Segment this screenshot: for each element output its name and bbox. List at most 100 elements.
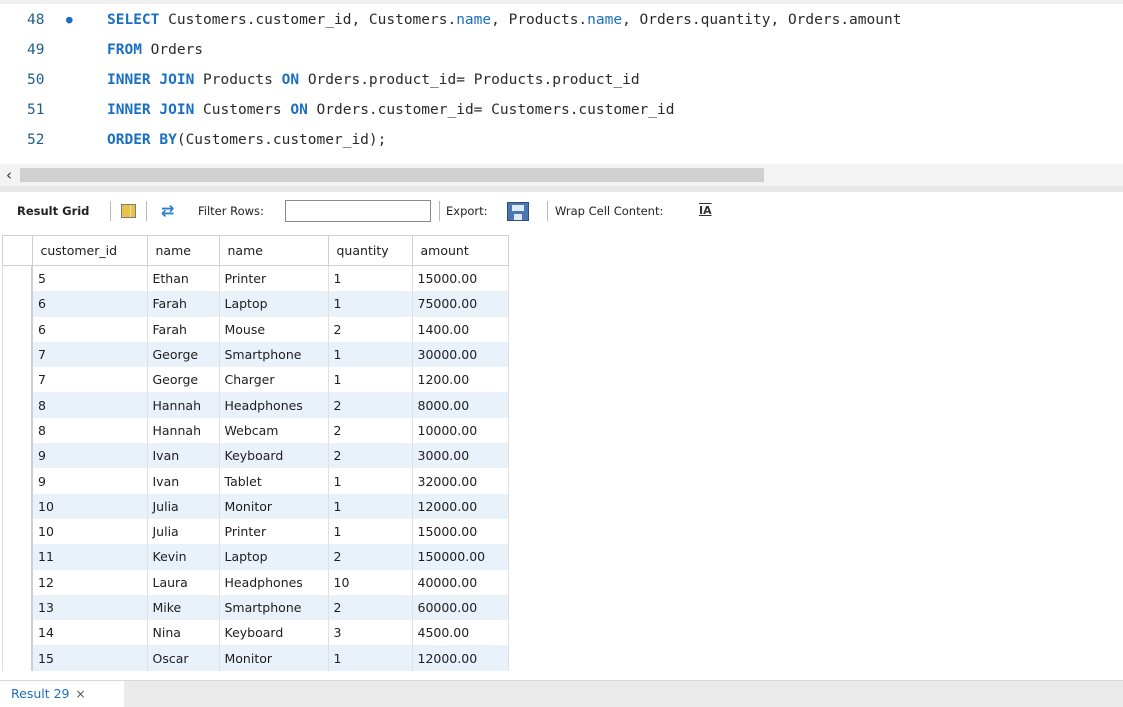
customer-name-cell[interactable]: George (146, 341, 220, 368)
amount-cell[interactable]: 3000.00 (411, 443, 509, 469)
customer-id-cell[interactable]: 9 (31, 468, 148, 494)
table-row[interactable]: 11 Kevin Laptop 2 150000.00 (2, 544, 509, 570)
code-text[interactable]: FROM Orders (107, 37, 203, 63)
amount-cell[interactable]: 150000.00 (411, 544, 509, 570)
customer-id-cell[interactable]: 6 (31, 316, 148, 342)
customer-name-cell[interactable]: Farah (146, 291, 220, 317)
customer-name-cell[interactable]: Laura (146, 569, 220, 595)
quantity-cell[interactable]: 1 (327, 518, 413, 545)
customer-name-cell[interactable]: Hannah (146, 392, 220, 418)
product-name-cell[interactable]: Monitor (218, 645, 329, 671)
close-icon[interactable]: × (76, 687, 86, 701)
quantity-cell[interactable]: 1 (327, 265, 413, 292)
row-header[interactable] (2, 443, 33, 469)
table-row[interactable]: 8 Hannah Webcam 2 10000.00 (2, 417, 509, 444)
customer-name-cell[interactable]: Ethan (146, 265, 220, 292)
amount-cell[interactable]: 8000.00 (411, 392, 509, 418)
amount-cell[interactable]: 12000.00 (411, 493, 509, 519)
sql-editor[interactable]: 48 ● SELECT Customers.customer_id, Custome… (0, 0, 1123, 164)
amount-cell[interactable]: 40000.00 (411, 569, 509, 595)
quantity-cell[interactable]: 2 (327, 417, 413, 444)
customer-id-cell[interactable]: 7 (31, 367, 148, 393)
row-header[interactable] (2, 316, 33, 342)
product-name-cell[interactable]: Keyboard (218, 443, 329, 469)
scrollbar-thumb[interactable] (20, 168, 764, 182)
quantity-cell[interactable]: 2 (327, 443, 413, 469)
row-header[interactable] (2, 645, 33, 671)
column-header-customer-id[interactable]: customer_id (31, 235, 148, 266)
product-name-cell[interactable]: Smartphone (218, 341, 329, 368)
refresh-icon[interactable]: ⇄ (161, 192, 174, 230)
quantity-cell[interactable]: 2 (327, 594, 413, 621)
table-row[interactable]: 7 George Smartphone 1 30000.00 (2, 341, 509, 368)
product-name-cell[interactable]: Tablet (218, 468, 329, 494)
table-row[interactable]: 14 Nina Keyboard 3 4500.00 (2, 620, 509, 646)
customer-id-cell[interactable]: 10 (31, 493, 148, 519)
scroll-left-arrow-icon[interactable]: ‹ (6, 164, 12, 186)
product-name-cell[interactable]: Webcam (218, 417, 329, 444)
amount-cell[interactable]: 30000.00 (411, 341, 509, 368)
amount-cell[interactable]: 15000.00 (411, 265, 509, 292)
amount-cell[interactable]: 15000.00 (411, 518, 509, 545)
table-row[interactable]: 12 Laura Headphones 10 40000.00 (2, 569, 509, 595)
product-name-cell[interactable]: Headphones (218, 569, 329, 595)
export-save-icon[interactable] (507, 202, 529, 221)
quantity-cell[interactable]: 2 (327, 392, 413, 418)
customer-name-cell[interactable]: George (146, 367, 220, 393)
code-line[interactable]: 49 FROM Orders (0, 37, 1123, 63)
amount-cell[interactable]: 75000.00 (411, 291, 509, 317)
code-line[interactable]: 48 ● SELECT Customers.customer_id, Custome… (0, 7, 1123, 33)
product-name-cell[interactable]: Laptop (218, 291, 329, 317)
amount-cell[interactable]: 1200.00 (411, 367, 509, 393)
product-name-cell[interactable]: Headphones (218, 392, 329, 418)
code-line[interactable]: 50 INNER JOIN Products ON Orders.product_… (0, 67, 1123, 93)
amount-cell[interactable]: 60000.00 (411, 594, 509, 621)
product-name-cell[interactable]: Smartphone (218, 594, 329, 621)
quantity-cell[interactable]: 2 (327, 316, 413, 342)
quantity-cell[interactable]: 10 (327, 569, 413, 595)
customer-id-cell[interactable]: 8 (31, 392, 148, 418)
product-name-cell[interactable]: Mouse (218, 316, 329, 342)
filter-rows-input[interactable] (285, 200, 431, 222)
customer-id-cell[interactable]: 11 (31, 544, 148, 570)
customer-id-cell[interactable]: 7 (31, 341, 148, 368)
product-name-cell[interactable]: Printer (218, 265, 329, 292)
grid-layout-icon[interactable] (121, 204, 136, 218)
row-header[interactable] (2, 594, 33, 621)
tab-result-29[interactable]: Result 29 × (0, 681, 124, 707)
table-row[interactable]: 10 Julia Monitor 1 12000.00 (2, 493, 509, 519)
customer-id-cell[interactable]: 5 (31, 265, 148, 292)
row-header[interactable] (2, 265, 33, 292)
customer-name-cell[interactable]: Julia (146, 518, 220, 545)
current-statement-marker-icon[interactable]: ● (66, 7, 73, 33)
editor-horizontal-scrollbar[interactable]: ‹ (0, 164, 1123, 186)
table-row[interactable]: 13 Mike Smartphone 2 60000.00 (2, 594, 509, 621)
row-header[interactable] (2, 569, 33, 595)
row-header[interactable] (2, 341, 33, 368)
code-text[interactable]: ORDER BY(Customers.customer_id); (107, 127, 386, 153)
customer-id-cell[interactable]: 14 (31, 620, 148, 646)
product-name-cell[interactable]: Monitor (218, 493, 329, 519)
customer-id-cell[interactable]: 8 (31, 417, 148, 444)
customer-id-cell[interactable]: 12 (31, 569, 148, 595)
row-header[interactable] (2, 392, 33, 418)
customer-id-cell[interactable]: 9 (31, 443, 148, 469)
product-name-cell[interactable]: Keyboard (218, 620, 329, 646)
amount-cell[interactable]: 32000.00 (411, 468, 509, 494)
code-text[interactable]: INNER JOIN Products ON Orders.product_id… (107, 67, 640, 93)
code-text[interactable]: INNER JOIN Customers ON Orders.customer_… (107, 97, 674, 123)
table-row[interactable]: 8 Hannah Headphones 2 8000.00 (2, 392, 509, 418)
quantity-cell[interactable]: 1 (327, 367, 413, 393)
quantity-cell[interactable]: 1 (327, 468, 413, 494)
customer-id-cell[interactable]: 10 (31, 518, 148, 545)
amount-cell[interactable]: 4500.00 (411, 620, 509, 646)
code-line[interactable]: 51 INNER JOIN Customers ON Orders.custome… (0, 97, 1123, 123)
table-row[interactable]: 9 Ivan Tablet 1 32000.00 (2, 468, 509, 494)
quantity-cell[interactable]: 2 (327, 544, 413, 570)
row-header[interactable] (2, 620, 33, 646)
amount-cell[interactable]: 1400.00 (411, 316, 509, 342)
amount-cell[interactable]: 10000.00 (411, 417, 509, 444)
customer-name-cell[interactable]: Nina (146, 620, 220, 646)
customer-name-cell[interactable]: Ivan (146, 443, 220, 469)
customer-name-cell[interactable]: Oscar (146, 645, 220, 671)
